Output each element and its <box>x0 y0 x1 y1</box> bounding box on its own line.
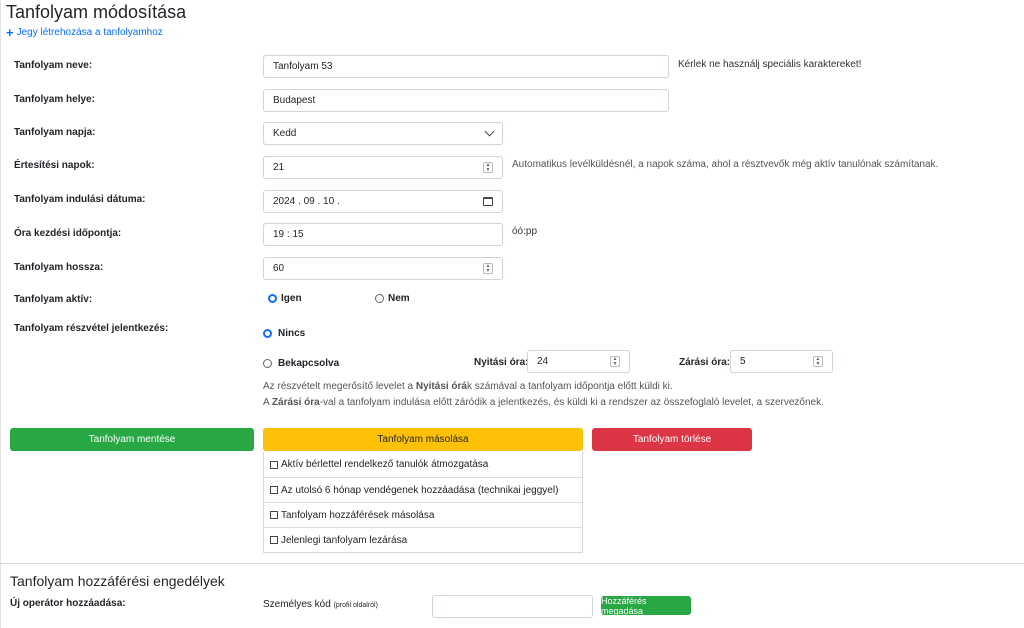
stepper-icon[interactable]: ▲ ▼ <box>813 356 823 367</box>
checkbox-icon[interactable] <box>270 460 278 469</box>
stepper-icon[interactable]: ▲ ▼ <box>610 356 620 367</box>
start-time-value: 19 : 15 <box>273 229 304 240</box>
chevron-down-icon <box>484 126 495 137</box>
open-hour-value: 24 <box>537 356 549 367</box>
attendance-info-2: A Zárási óra-val a tanfolyam indulása el… <box>263 397 824 408</box>
close-hour-label: Zárási óra: <box>679 357 731 368</box>
stepper-icon[interactable]: ▲ ▼ <box>483 162 493 173</box>
checkbox-icon[interactable] <box>270 511 278 519</box>
new-operator-label: Új operátor hozzáadása: <box>10 598 126 609</box>
course-day-value: Kedd <box>273 128 297 139</box>
delete-course-button[interactable]: Tanfolyam törlése <box>592 428 752 451</box>
course-day-select[interactable]: Kedd <box>263 122 503 145</box>
notify-days-label: Értesítési napok: <box>14 160 95 171</box>
radio-selected-icon <box>263 329 272 338</box>
active-no-radio[interactable]: Nem <box>375 293 410 304</box>
access-section-title: Tanfolyam hozzáférési engedélyek <box>10 573 225 589</box>
create-ticket-link[interactable]: + Jegy létrehozása a tanfolyamhoz <box>6 24 163 40</box>
copy-option-item[interactable]: Aktív bérlettel rendelkező tanulók átmoz… <box>264 452 582 477</box>
attendance-label: Tanfolyam részvétel jelentkezés: <box>14 323 169 334</box>
copy-option-item[interactable]: Az utolsó 6 hónap vendégenek hozzáadása … <box>264 477 582 502</box>
info-bold: Nyitási órá <box>415 381 467 392</box>
plus-icon: + <box>6 24 14 40</box>
start-date-value: 2024 . 09 . 10 . <box>273 196 340 207</box>
start-date-input[interactable]: 2024 . 09 . 10 . <box>263 190 503 213</box>
open-hour-input[interactable]: 24 ▲ ▼ <box>527 350 630 373</box>
grant-access-button[interactable]: Hozzáférés megadása <box>601 596 691 616</box>
course-location-label: Tanfolyam helye: <box>14 94 95 105</box>
active-label: Tanfolyam aktív: <box>14 294 93 305</box>
active-yes-label: Igen <box>281 293 302 304</box>
copy-option-label: Jelenlegi tanfolyam lezárása <box>281 534 408 546</box>
copy-option-label: Tanfolyam hozzáférések másolása <box>281 509 435 521</box>
page-title: Tanfolyam módosítása <box>6 2 187 22</box>
info-text: -val a tanfolyam indulása előtt záródik … <box>319 397 824 408</box>
duration-value: 60 <box>273 263 285 274</box>
copy-option-label: Az utolsó 6 hónap vendégenek hozzáadása … <box>281 484 559 496</box>
attendance-none-radio[interactable]: Nincs <box>263 328 305 339</box>
start-time-input[interactable]: 19 : 15 <box>263 223 503 246</box>
info-text: A <box>263 397 272 408</box>
section-divider <box>0 563 1024 564</box>
duration-label: Tanfolyam hossza: <box>14 262 104 273</box>
copy-option-item[interactable]: Tanfolyam hozzáférések másolása <box>264 502 582 527</box>
close-hour-input[interactable]: 5 ▲ ▼ <box>730 350 833 373</box>
stepper-icon[interactable]: ▲ ▼ <box>483 263 493 274</box>
attendance-on-radio[interactable]: Bekapcsolva <box>263 358 339 369</box>
info-text: Az részvételt megerősítő levelet a <box>263 381 416 392</box>
course-name-label: Tanfolyam neve: <box>14 60 93 71</box>
notify-days-input[interactable]: 21 ▲ ▼ <box>263 156 503 179</box>
open-hour-label: Nyitási óra: <box>474 357 529 368</box>
start-date-label: Tanfolyam indulási dátuma: <box>14 194 146 205</box>
notify-days-value: 21 <box>273 162 285 173</box>
radio-icon <box>263 359 272 368</box>
notify-days-hint: Automatikus levélküldésnél, a napok szám… <box>512 159 939 170</box>
radio-selected-icon <box>268 294 277 303</box>
info-text: k számával a tanfolyam időpontja előtt k… <box>467 381 673 392</box>
attendance-info-1: Az részvételt megerősítő levelet a Nyitá… <box>263 381 673 392</box>
active-no-label: Nem <box>388 293 410 304</box>
close-hour-value: 5 <box>740 356 746 367</box>
course-name-input[interactable]: Tanfolyam 53 <box>263 55 669 78</box>
left-border <box>0 0 1 628</box>
copy-option-item[interactable]: Jelenlegi tanfolyam lezárása <box>264 527 582 552</box>
course-location-input[interactable]: Budapest <box>263 89 669 112</box>
course-location-value: Budapest <box>273 95 316 106</box>
course-name-hint: Kérlek ne használj speciális karaktereke… <box>678 59 862 70</box>
start-time-label: Óra kezdési időpontja: <box>14 228 122 239</box>
copy-option-label: Aktív bérlettel rendelkező tanulók átmoz… <box>281 459 489 470</box>
create-ticket-link-label: Jegy létrehozása a tanfolyamhoz <box>16 27 163 38</box>
info-bold: Zárási óra <box>271 397 320 408</box>
radio-icon <box>375 294 384 303</box>
save-course-button[interactable]: Tanfolyam mentése <box>10 428 254 451</box>
calendar-icon[interactable] <box>483 197 493 206</box>
course-day-label: Tanfolyam napja: <box>14 127 96 138</box>
checkbox-icon[interactable] <box>270 536 278 544</box>
checkbox-icon[interactable] <box>270 486 278 494</box>
active-yes-radio[interactable]: Igen <box>268 293 302 304</box>
personal-code-text: Személyes kód <box>263 599 331 610</box>
attendance-on-label: Bekapcsolva <box>278 358 340 369</box>
personal-code-label: Személyes kód (profil oldalról) <box>263 599 378 610</box>
copy-options-list: Aktív bérlettel rendelkező tanulók átmoz… <box>263 452 583 553</box>
attendance-none-label: Nincs <box>278 328 306 339</box>
copy-course-button[interactable]: Tanfolyam másolása <box>263 428 583 451</box>
personal-code-input[interactable] <box>432 595 593 618</box>
course-name-value: Tanfolyam 53 <box>273 61 333 72</box>
personal-code-subtext: (profil oldalról) <box>333 602 378 609</box>
start-time-hint: óó:pp <box>512 226 538 237</box>
duration-input[interactable]: 60 ▲ ▼ <box>263 257 503 280</box>
